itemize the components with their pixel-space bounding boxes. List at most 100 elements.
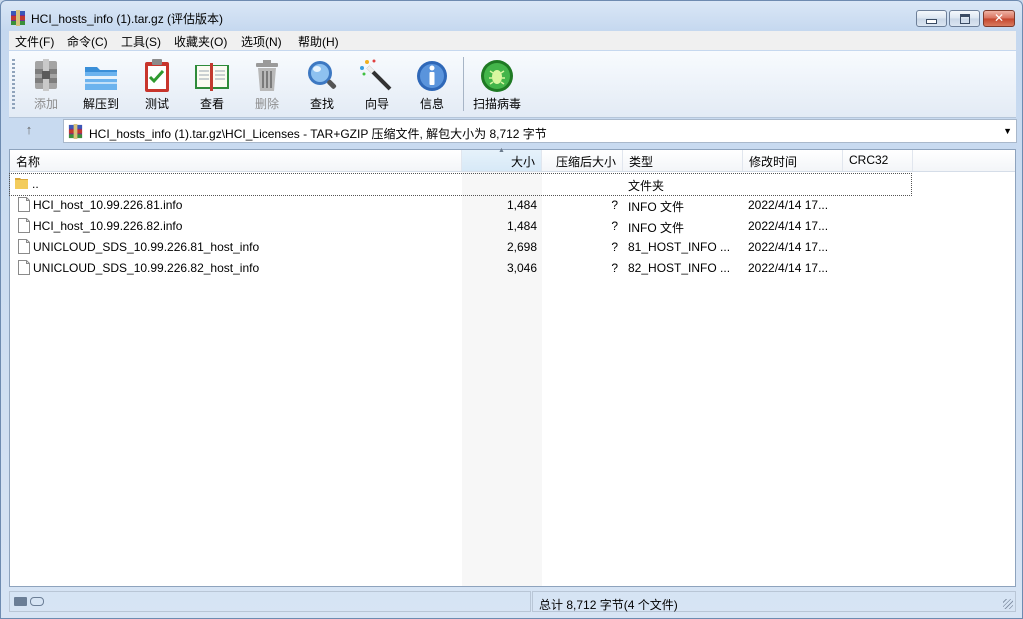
parent-folder-row[interactable]: .. 文件夹: [9, 173, 912, 196]
virus-scan-icon: [481, 60, 513, 92]
menu-tools[interactable]: 工具(S): [121, 33, 161, 50]
menu-bar: 文件(F) 命令(C) 工具(S) 收藏夹(O) 选项(N) 帮助(H): [9, 31, 1016, 50]
menu-favorites[interactable]: 收藏夹(O): [174, 33, 227, 50]
file-packed: ?: [611, 261, 618, 275]
file-type: INFO 文件: [628, 200, 684, 214]
magic-wand-icon: [360, 59, 392, 91]
up-arrow-icon: ↑: [25, 122, 33, 137]
file-type: 81_HOST_INFO ...: [628, 240, 731, 254]
file-modified: 2022/4/14 17...: [748, 198, 829, 212]
file-size: 1,484: [506, 219, 537, 233]
toolbar-separator: [463, 57, 464, 111]
magnifier-icon: [308, 61, 337, 89]
file-size: 3,046: [506, 261, 537, 275]
view-label: 查看: [199, 97, 224, 111]
winrar-app-icon: [11, 10, 25, 26]
archive-icon: [68, 124, 83, 139]
wizard-button[interactable]: 向导: [349, 55, 405, 113]
extract-label: 解压到: [82, 97, 119, 111]
extract-folder-icon: [85, 67, 117, 90]
menu-help[interactable]: 帮助(H): [298, 33, 339, 50]
menu-file[interactable]: 文件(F): [15, 33, 54, 50]
file-size: 2,698: [506, 240, 537, 254]
window-title: HCI_hosts_info (1).tar.gz (评估版本): [31, 12, 224, 26]
file-name: HCI_host_10.99.226.82.info: [33, 219, 183, 233]
file-modified: 2022/4/14 17...: [748, 240, 829, 254]
file-icon: [18, 260, 30, 275]
title-bar[interactable]: HCI_hosts_info (1).tar.gz (评估版本) ✕: [1, 1, 1022, 31]
file-row[interactable]: HCI_host_10.99.226.82.info 1,484 ? INFO …: [10, 216, 1015, 237]
menu-commands[interactable]: 命令(C): [67, 33, 108, 50]
find-label: 查找: [309, 97, 334, 111]
status-bar: 总计 8,712 字节(4 个文件): [9, 591, 1016, 613]
column-name[interactable]: 名称: [10, 150, 462, 171]
address-path: HCI_hosts_info (1).tar.gz\HCI_Licenses -…: [89, 127, 547, 141]
file-packed: ?: [611, 240, 618, 254]
maximize-button[interactable]: [949, 10, 980, 27]
parent-folder-type: 文件夹: [628, 179, 665, 193]
scan-virus-label: 扫描病毒: [472, 97, 521, 111]
scan-virus-button[interactable]: 扫描病毒: [469, 55, 525, 113]
parent-folder-name: ..: [32, 177, 39, 191]
status-right-pane: 总计 8,712 字节(4 个文件): [532, 591, 1016, 612]
close-icon: ✕: [993, 11, 1005, 25]
find-button[interactable]: 查找: [294, 55, 350, 113]
file-name: HCI_host_10.99.226.81.info: [33, 198, 183, 212]
test-label: 测试: [144, 97, 169, 111]
info-label: 信息: [419, 97, 444, 111]
file-type: INFO 文件: [628, 221, 684, 235]
key-icon[interactable]: [30, 597, 44, 606]
delete-label: 删除: [254, 97, 279, 111]
test-clipboard-icon: [145, 59, 169, 92]
column-modified[interactable]: 修改时间: [743, 150, 843, 171]
file-icon: [18, 239, 30, 254]
add-label: 添加: [33, 97, 58, 111]
file-modified: 2022/4/14 17...: [748, 261, 829, 275]
info-button[interactable]: 信息: [404, 55, 460, 113]
file-row[interactable]: UNICLOUD_SDS_10.99.226.81_host_info 2,69…: [10, 237, 1015, 258]
view-button[interactable]: 查看: [184, 55, 240, 113]
resize-grip-icon[interactable]: [1003, 599, 1013, 609]
file-modified: 2022/4/14 17...: [748, 219, 829, 233]
sort-ascending-icon: ▲: [498, 147, 505, 154]
file-icon: [18, 218, 30, 233]
extract-button[interactable]: 解压到: [73, 55, 129, 113]
file-row[interactable]: UNICLOUD_SDS_10.99.226.82_host_info 3,04…: [10, 258, 1015, 279]
trash-icon: [256, 60, 278, 91]
file-packed: ?: [611, 198, 618, 212]
toolbar-grip[interactable]: [12, 59, 15, 109]
file-name: UNICLOUD_SDS_10.99.226.82_host_info: [33, 261, 260, 275]
folder-icon: [15, 178, 28, 189]
column-crc32[interactable]: CRC32: [843, 150, 913, 171]
delete-button[interactable]: 删除: [239, 55, 295, 113]
file-size: 1,484: [506, 198, 537, 212]
toolbar: 添加 解压到 测试 查看 删除 查找 向导 信息 扫描病毒: [9, 51, 1016, 118]
up-folder-button[interactable]: ↑: [19, 122, 39, 140]
maximize-icon: [959, 13, 970, 24]
file-row[interactable]: HCI_host_10.99.226.81.info 1,484 ? INFO …: [10, 195, 1015, 216]
add-button[interactable]: 添加: [18, 55, 74, 113]
disk-icon[interactable]: [14, 597, 27, 606]
status-left-pane: [9, 591, 531, 612]
menu-options[interactable]: 选项(N): [241, 33, 282, 50]
file-icon: [18, 197, 30, 212]
status-summary: 总计 8,712 字节(4 个文件): [539, 598, 678, 612]
file-packed: ?: [611, 219, 618, 233]
minimize-button[interactable]: [916, 10, 947, 27]
file-type: 82_HOST_INFO ...: [628, 261, 731, 275]
close-button[interactable]: ✕: [983, 10, 1015, 27]
add-archive-icon: [35, 59, 57, 91]
minimize-icon: [926, 19, 937, 24]
view-book-icon: [195, 63, 229, 91]
test-button[interactable]: 测试: [129, 55, 185, 113]
column-size[interactable]: ▲ 大小: [462, 147, 542, 171]
column-type[interactable]: 类型: [623, 150, 743, 171]
winrar-window: HCI_hosts_info (1).tar.gz (评估版本) ✕ 文件(F)…: [0, 0, 1023, 619]
wizard-label: 向导: [364, 97, 389, 111]
address-bar[interactable]: HCI_hosts_info (1).tar.gz\HCI_Licenses -…: [63, 119, 1017, 143]
column-packed[interactable]: 压缩后大小: [542, 150, 623, 171]
info-icon: [417, 61, 447, 91]
address-dropdown-icon[interactable]: ▼: [1003, 126, 1012, 136]
file-list: 名称 ▲ 大小 压缩后大小 类型 修改时间 CRC32 .. 文件夹 HCI_h…: [9, 147, 1016, 587]
file-name: UNICLOUD_SDS_10.99.226.81_host_info: [33, 240, 260, 254]
